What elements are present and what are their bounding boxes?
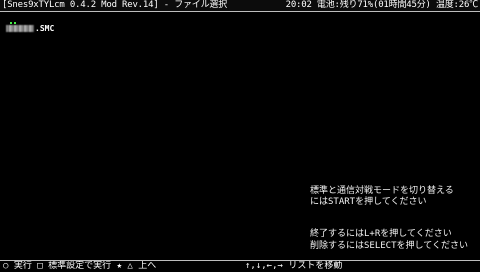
file-list: .SMC: [6, 22, 306, 36]
help-switch-mode-line1: 標準と通信対戦モードを切り替える: [310, 186, 454, 196]
system-status: 20:02 電池:残り71%(01時間45分) 温度:26℃: [285, 0, 479, 11]
file-extension: .SMC: [35, 24, 55, 33]
star-icon: ★: [116, 261, 122, 271]
circle-button-icon: ○: [3, 261, 9, 271]
app-title: [Snes9xTYLcm 0.4.2 Mod Rev.14] - ファイル選択: [2, 0, 228, 10]
file-name-redacted: [6, 24, 34, 32]
go-up-hint: 上へ: [138, 261, 157, 271]
help-delete: 削除するにはSELECTを押してください: [310, 241, 468, 251]
clock: 20:02: [285, 0, 312, 10]
execute-hint: 実行: [13, 261, 32, 271]
help-switch-mode-line2: にはSTARTを押してください: [310, 197, 427, 207]
temperature-status: 温度:26℃: [435, 0, 478, 10]
help-exit: 終了するにはL+Rを押してください: [310, 229, 452, 239]
move-list-hint: リストを移動: [288, 261, 343, 271]
triangle-button-icon: △: [127, 261, 133, 271]
title-bar: [Snes9xTYLcm 0.4.2 Mod Rev.14] - ファイル選択 …: [0, 0, 480, 12]
execute-default-hint: 標準設定で実行: [48, 261, 112, 271]
button-hints-left: ○ 実行 □ 標準設定で実行 ★ △ 上へ: [3, 261, 156, 272]
battery-status: 電池:残り71%(01時間45分): [316, 0, 431, 10]
file-item[interactable]: .SMC: [6, 22, 306, 36]
controls-hint-bar: ○ 実行 □ 標準設定で実行 ★ △ 上へ ↑,↓,←,→ リストを移動: [0, 260, 480, 272]
dpad-arrows-icon: ↑,↓,←,→: [245, 261, 283, 271]
square-button-icon: □: [37, 261, 43, 271]
button-hints-right: ↑,↓,←,→ リストを移動: [245, 261, 342, 272]
